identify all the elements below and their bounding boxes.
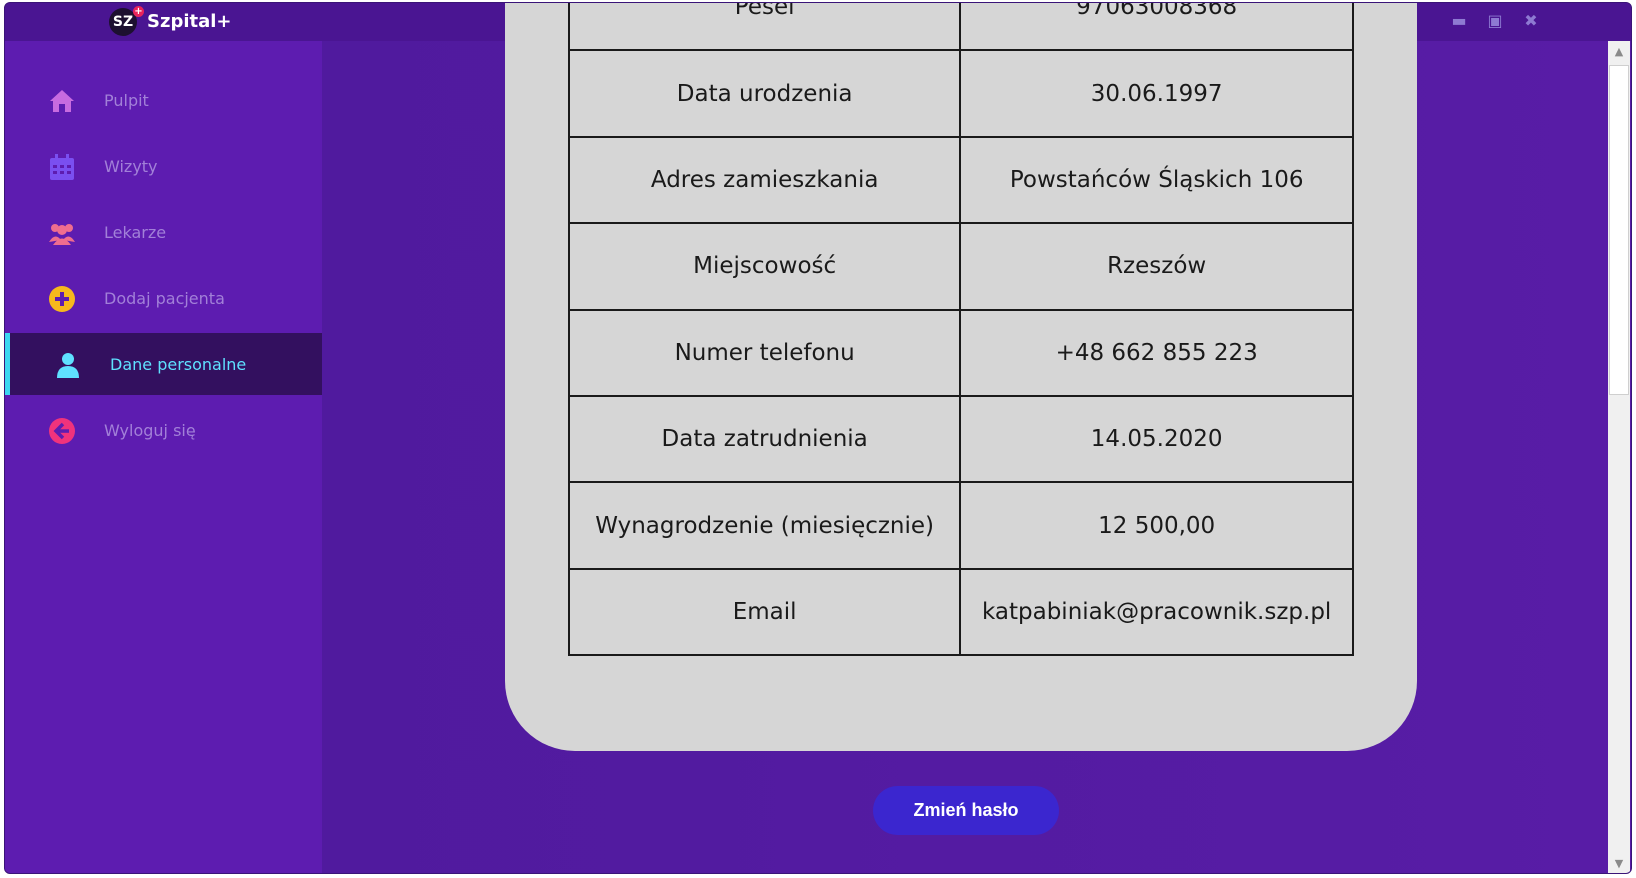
sidebar-item-label: Wyloguj się [104, 421, 196, 440]
table-row: Data zatrudnienia 14.05.2020 [567, 394, 1354, 484]
field-value: 12 500,00 [959, 481, 1354, 570]
field-value: Rzeszów [959, 222, 1354, 311]
change-password-button[interactable]: Zmień hasło [873, 786, 1059, 835]
sidebar-item-label: Wizyty [104, 157, 158, 176]
minimize-icon[interactable]: ▬ [1449, 11, 1469, 31]
field-label: Numer telefonu [567, 308, 962, 397]
field-label: Data zatrudnienia [567, 394, 962, 484]
field-value: 30.06.1997 [959, 49, 1354, 138]
field-label: Wynagrodzenie (miesięcznie) [567, 481, 962, 570]
logo-plus-icon: + [133, 6, 144, 17]
users-icon [49, 224, 75, 245]
table-row: Adres zamieszkania Powstańców Śląskich 1… [567, 135, 1354, 225]
home-icon [50, 90, 74, 112]
field-value: +48 662 855 223 [959, 308, 1354, 397]
field-label: Pesel [567, 3, 962, 52]
user-icon [57, 353, 79, 378]
field-label: Email [567, 567, 962, 657]
field-value: Powstańców Śląskich 106 [959, 135, 1354, 225]
sidebar-item-label: Dane personalne [110, 355, 247, 374]
maximize-icon[interactable]: ▣ [1485, 11, 1505, 31]
sidebar-item-dane-personalne[interactable]: Dane personalne [5, 333, 322, 395]
sidebar-item-label: Dodaj pacjenta [104, 289, 225, 308]
table-row: Numer telefonu +48 662 855 223 [567, 308, 1354, 397]
scroll-up-icon[interactable]: ▲ [1609, 43, 1629, 61]
table-row: Miejscowość Rzeszów [567, 222, 1354, 311]
field-label: Data urodzenia [567, 49, 962, 138]
table-row: Email katpabiniak@pracownik.szp.pl [567, 567, 1354, 657]
sidebar-item-dodaj-pacjenta[interactable]: Dodaj pacjenta [5, 267, 322, 329]
sidebar-item-label: Pulpit [104, 91, 149, 110]
table-row: Data urodzenia 30.06.1997 [567, 49, 1354, 138]
field-value: 97063008368 [959, 3, 1354, 52]
table-row: Pesel 97063008368 [567, 3, 1354, 52]
sidebar: Pulpit Wizyty Lekarze Dodaj pacjenta Dan… [5, 41, 322, 873]
field-label: Adres zamieszkania [567, 135, 962, 225]
sidebar-item-wyloguj[interactable]: Wyloguj się [5, 399, 322, 461]
field-label: Miejscowość [567, 222, 962, 311]
close-icon[interactable]: ✖ [1521, 11, 1541, 31]
app-window: SZ + Szpital+ ▬ ▣ ✖ Pulpit Wizyty Lekarz… [4, 2, 1632, 874]
calendar-icon [50, 154, 74, 180]
arrow-left-circle-icon [49, 418, 75, 444]
scroll-down-icon[interactable]: ▼ [1609, 855, 1629, 873]
sidebar-item-lekarze[interactable]: Lekarze [5, 201, 322, 263]
sidebar-item-pulpit[interactable]: Pulpit [5, 69, 322, 131]
field-value: katpabiniak@pracownik.szp.pl [959, 567, 1354, 657]
scrollbar-thumb[interactable] [1609, 65, 1629, 395]
personal-data-table: Pesel 97063008368 Data urodzenia 30.06.1… [567, 3, 1354, 657]
field-value: 14.05.2020 [959, 394, 1354, 484]
app-title: Szpital+ [147, 11, 232, 32]
plus-circle-icon [49, 286, 75, 312]
personal-data-card: Pesel 97063008368 Data urodzenia 30.06.1… [505, 3, 1417, 751]
sidebar-item-label: Lekarze [104, 223, 167, 242]
sidebar-item-wizyty[interactable]: Wizyty [5, 135, 322, 197]
table-row: Wynagrodzenie (miesięcznie) 12 500,00 [567, 481, 1354, 570]
